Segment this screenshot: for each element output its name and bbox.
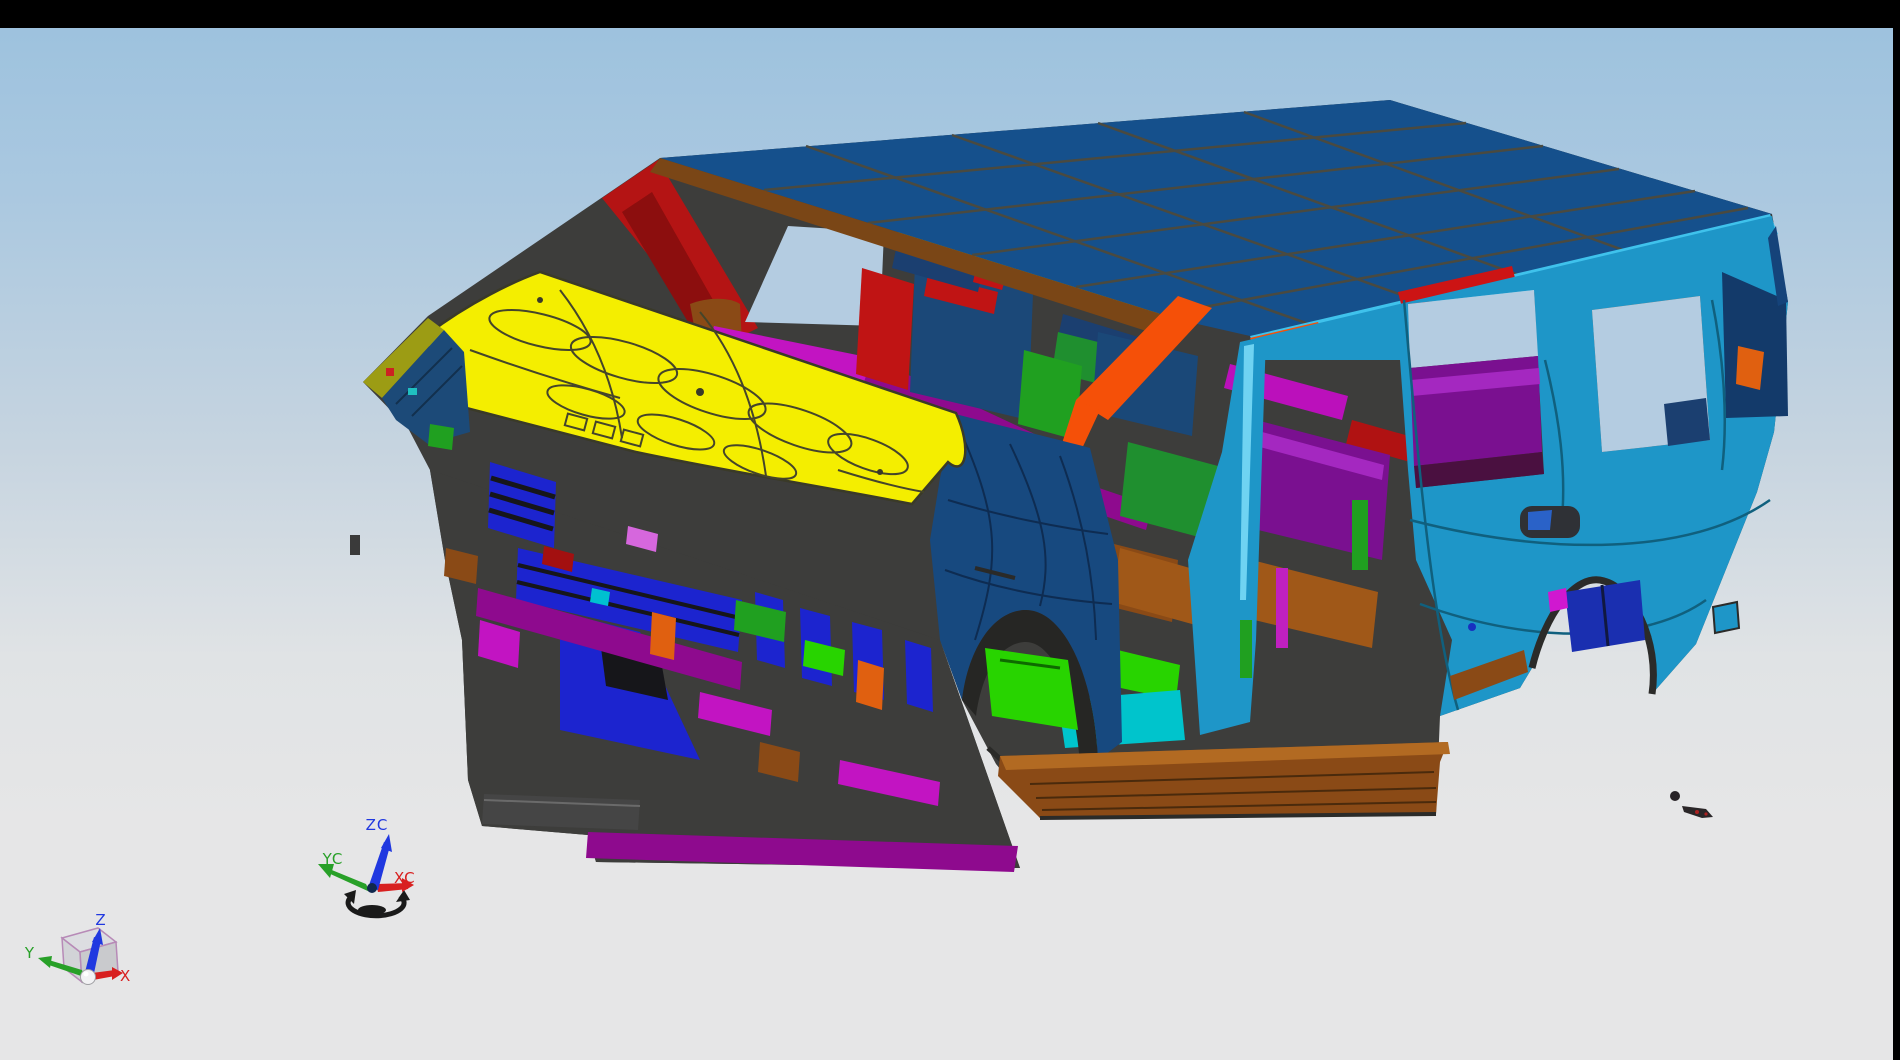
dash-brace-red (856, 268, 914, 390)
application-window: ZC YC XC Z Y X (0, 0, 1900, 1060)
right-black-bar (1893, 0, 1900, 1060)
graphics-viewport[interactable]: ZC YC XC Z Y X (0, 0, 1900, 1060)
view-x-label: X (120, 967, 131, 985)
liftgate-bracket (1736, 346, 1764, 390)
door-handle-pocket[interactable] (1520, 506, 1580, 538)
wcs-triad[interactable]: ZC YC XC (318, 816, 416, 916)
debris-parts[interactable] (1670, 791, 1713, 818)
view-triad[interactable]: Z Y X (24, 911, 131, 985)
wcs-x-label: XC (394, 869, 416, 887)
view-y-label: Y (24, 944, 35, 962)
wcs-y-label: YC (322, 850, 344, 868)
rear-bracket-tab (1713, 602, 1739, 633)
view-z-label: Z (95, 911, 106, 929)
car-model[interactable] (350, 100, 1788, 872)
wcs-z-label: ZC (366, 816, 389, 834)
top-black-bar (0, 0, 1900, 28)
